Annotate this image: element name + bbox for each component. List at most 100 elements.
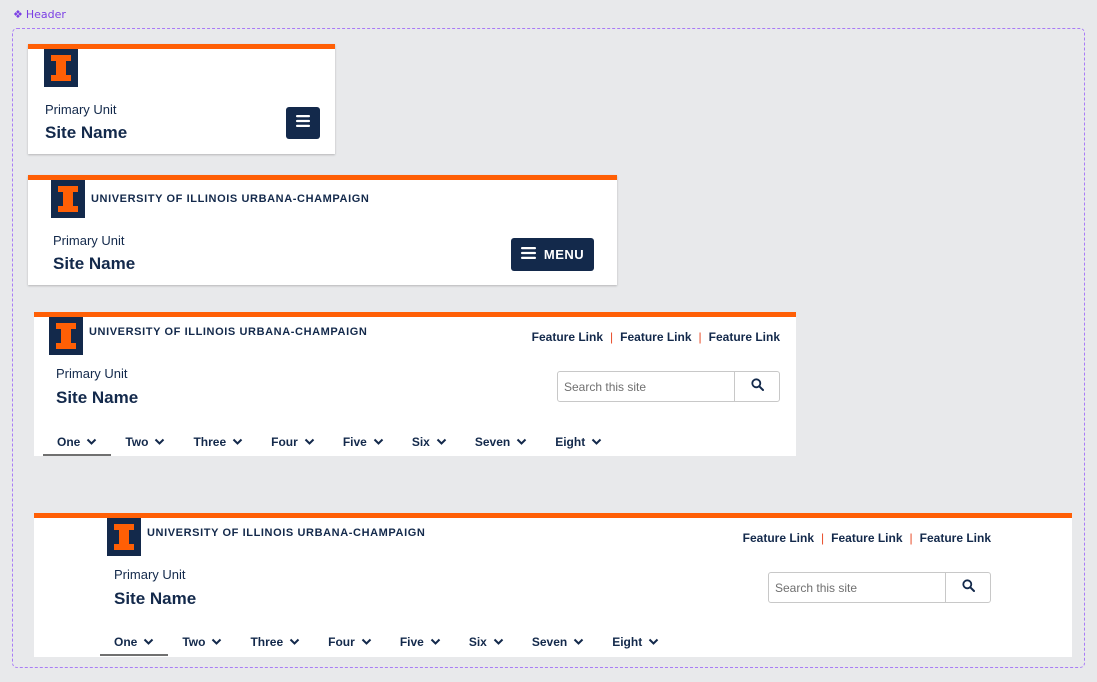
menu-button[interactable]: MENU [511,238,594,271]
chevron-down-icon [283,635,300,649]
site-name[interactable]: Site Name [56,388,138,408]
component-icon: ❖ [13,8,23,21]
frame-label: ❖ Header [13,8,66,21]
primary-unit[interactable]: Primary Unit [56,366,128,381]
search-icon [750,377,764,396]
feature-link[interactable]: Feature Link [743,531,814,545]
nav-item-six[interactable]: Six [398,428,461,456]
primary-unit[interactable]: Primary Unit [53,233,125,248]
chevron-down-icon [567,635,584,649]
nav-item-eight[interactable]: Eight [541,428,616,456]
nav-label: Three [193,435,227,449]
nav-item-five[interactable]: Five [329,428,398,456]
nav-label: Seven [531,635,568,649]
chevron-down-icon [355,635,372,649]
block-i-icon [114,524,134,550]
nav-item-one[interactable]: One [100,628,169,656]
site-name[interactable]: Site Name [53,254,135,274]
chevron-down-icon [298,435,315,449]
nav-item-six[interactable]: Six [455,628,518,656]
nav-label: Three [250,635,284,649]
block-i-logo[interactable] [49,317,83,355]
nav-item-eight[interactable]: Eight [598,628,673,656]
chevron-down-icon [487,635,504,649]
search-input[interactable] [769,573,945,602]
search-icon [961,578,975,597]
nav-item-four[interactable]: Four [257,428,329,456]
block-i-icon [56,323,76,349]
chevron-down-icon [430,435,447,449]
nav-label: Six [468,635,487,649]
chevron-down-icon [226,435,243,449]
nav-label: Eight [555,435,586,449]
nav-item-seven[interactable]: Seven [518,628,598,656]
feature-link[interactable]: Feature Link [532,330,603,344]
nav-item-two[interactable]: Two [111,428,179,456]
nav-label: One [57,435,81,449]
nav-label: Four [271,435,298,449]
nav-item-seven[interactable]: Seven [461,428,541,456]
menu-button-label: MENU [543,247,585,262]
nav-item-two[interactable]: Two [168,628,236,656]
chevron-down-icon [424,635,441,649]
primary-unit[interactable]: Primary Unit [45,102,117,117]
frame-label-text: Header [25,8,66,21]
chevron-down-icon [137,635,154,649]
block-i-logo[interactable] [51,180,85,218]
nav-label: One [114,635,138,649]
header-desktop: UNIVERSITY OF ILLINOIS URBANA-CHAMPAIGN … [34,312,796,456]
site-search [768,572,991,603]
nav-label: Five [342,435,367,449]
feature-link[interactable]: Feature Link [920,531,991,545]
university-wordmark[interactable]: UNIVERSITY OF ILLINOIS URBANA-CHAMPAIGN [147,527,425,539]
primary-unit[interactable]: Primary Unit [114,567,186,582]
university-wordmark[interactable]: UNIVERSITY OF ILLINOIS URBANA-CHAMPAIGN [89,326,367,338]
chevron-down-icon [510,435,527,449]
chevron-down-icon [148,435,165,449]
feature-link-separator: | [610,330,614,344]
chevron-down-icon [205,635,222,649]
nav-label: Six [411,435,430,449]
nav-item-three[interactable]: Three [236,628,314,656]
feature-link[interactable]: Feature Link [831,531,902,545]
search-button[interactable] [945,573,990,602]
block-i-icon [58,186,78,212]
feature-link-separator: | [821,531,825,545]
search-input[interactable] [558,372,734,401]
header-tablet: UNIVERSITY OF ILLINOIS URBANA-CHAMPAIGN … [28,175,617,285]
nav-label: Eight [612,635,643,649]
feature-link[interactable]: Feature Link [620,330,691,344]
header-mobile: Primary Unit Site Name [28,44,335,154]
nav-item-three[interactable]: Three [179,428,257,456]
block-i-icon [51,55,71,81]
hamburger-icon [520,246,536,264]
nav-label: Seven [474,435,511,449]
nav-label: Two [182,635,206,649]
block-i-logo[interactable] [44,49,78,87]
nav-label: Five [399,635,424,649]
feature-links: Feature Link | Feature Link | Feature Li… [743,531,991,545]
feature-link-separator: | [909,531,913,545]
nav-label: Two [125,435,149,449]
chevron-down-icon [585,435,602,449]
site-search [557,371,780,402]
chevron-down-icon [642,635,659,649]
block-i-logo[interactable] [107,518,141,556]
site-name[interactable]: Site Name [114,589,196,609]
feature-link[interactable]: Feature Link [709,330,780,344]
chevron-down-icon [367,435,384,449]
chevron-down-icon [80,435,97,449]
feature-link-separator: | [698,330,702,344]
search-button[interactable] [734,372,779,401]
nav-item-one[interactable]: One [43,428,112,456]
hamburger-icon [296,114,310,132]
nav-item-five[interactable]: Five [386,628,455,656]
university-wordmark[interactable]: UNIVERSITY OF ILLINOIS URBANA-CHAMPAIGN [91,193,369,205]
feature-links: Feature Link | Feature Link | Feature Li… [532,330,780,344]
nav-item-four[interactable]: Four [314,628,386,656]
main-nav: One Two Three Four Five Six Seven Eight [43,428,616,456]
site-name[interactable]: Site Name [45,123,127,143]
menu-button[interactable] [286,107,320,139]
nav-label: Four [328,635,355,649]
header-wide: UNIVERSITY OF ILLINOIS URBANA-CHAMPAIGN … [34,513,1072,657]
